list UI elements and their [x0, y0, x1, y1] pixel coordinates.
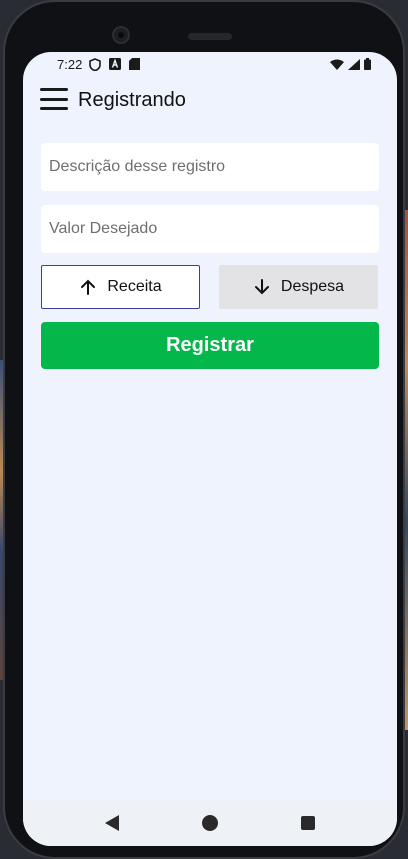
status-icons-right	[330, 58, 371, 70]
battery-icon	[364, 58, 371, 70]
phone-frame: 7:22 Registrando Descrição desse registr…	[3, 0, 405, 859]
receita-label: Receita	[107, 278, 162, 295]
page-title: Registrando	[78, 89, 186, 111]
receita-toggle-button[interactable]: Receita	[41, 265, 200, 309]
home-circle-icon	[202, 815, 218, 831]
cell-signal-icon	[348, 58, 360, 70]
status-icons-left	[89, 58, 140, 71]
nav-home-button[interactable]	[200, 813, 220, 833]
register-button[interactable]: Registrar	[41, 322, 379, 369]
sd-card-icon	[129, 58, 140, 70]
app-screen: 7:22 Registrando Descrição desse registr…	[23, 52, 397, 846]
despesa-toggle-button[interactable]: Despesa	[219, 265, 378, 309]
despesa-label: Despesa	[280, 278, 345, 295]
nav-back-button[interactable]	[102, 813, 122, 833]
earpiece-speaker	[188, 33, 232, 40]
value-input[interactable]	[41, 205, 379, 253]
description-input[interactable]	[41, 143, 379, 191]
front-camera	[112, 26, 130, 44]
system-navigation-bar	[23, 800, 397, 846]
arrow-down-icon	[254, 279, 269, 295]
a-badge-icon	[109, 58, 121, 70]
back-triangle-icon	[105, 815, 119, 831]
arrow-up-icon	[81, 279, 96, 295]
status-time: 7:22	[57, 57, 83, 72]
shield-icon	[89, 58, 101, 71]
nav-recents-button[interactable]	[298, 813, 318, 833]
status-bar: 7:22	[23, 52, 397, 78]
app-bar: Registrando	[23, 78, 397, 124]
recents-square-icon	[301, 816, 315, 830]
wifi-icon	[330, 59, 344, 70]
hamburger-menu-icon[interactable]	[40, 88, 68, 110]
